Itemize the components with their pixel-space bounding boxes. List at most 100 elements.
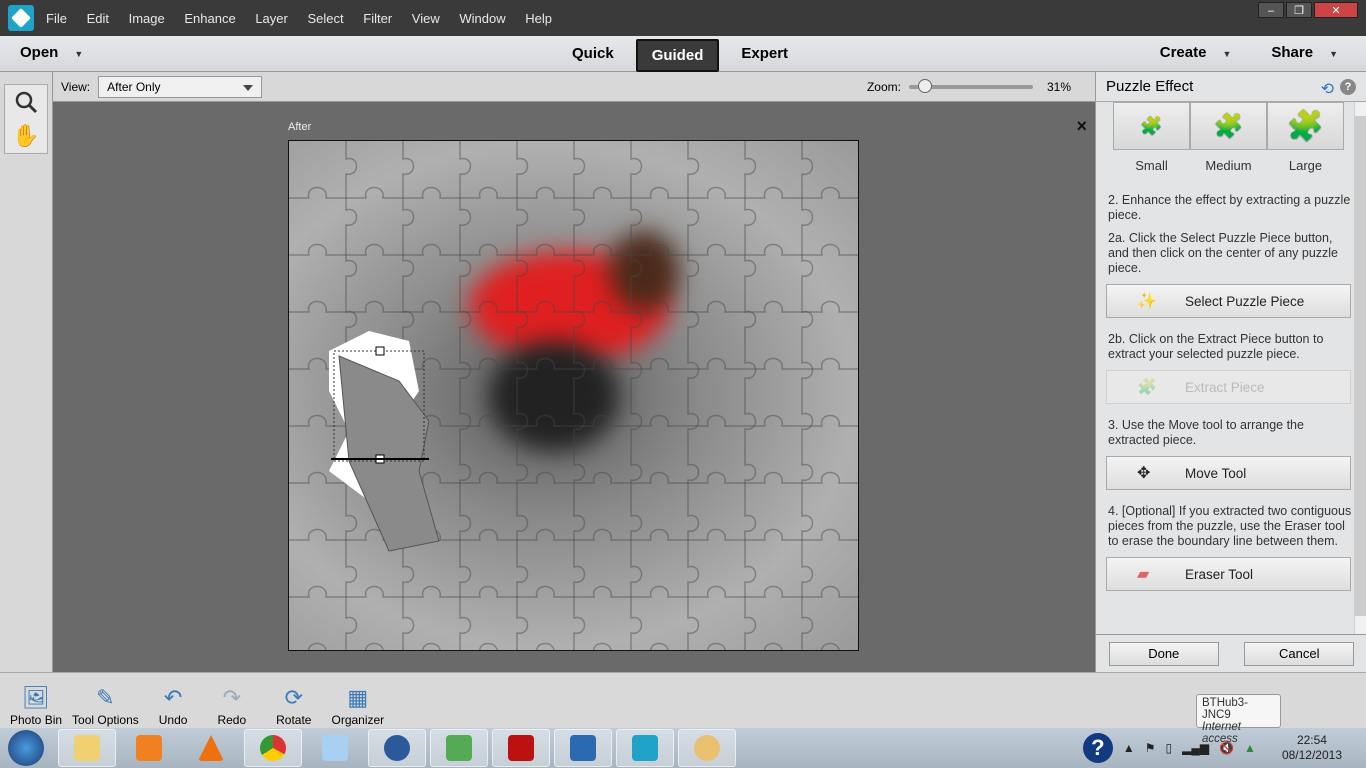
- menu-window[interactable]: Window: [459, 11, 505, 26]
- create-button[interactable]: Create ▼: [1160, 44, 1232, 61]
- size-large-button[interactable]: 🧩: [1267, 102, 1344, 150]
- share-button[interactable]: Share ▼: [1271, 44, 1338, 61]
- size-small-label: Small: [1135, 158, 1168, 173]
- taskbar-explorer[interactable]: [58, 729, 116, 767]
- photo-bin-label: Photo Bin: [10, 713, 63, 727]
- taskbar-notepad[interactable]: [306, 729, 364, 767]
- tab-quick[interactable]: Quick: [558, 39, 628, 72]
- clock[interactable]: 22:54 08/12/2013: [1282, 733, 1342, 763]
- chevron-down-icon: ▼: [74, 49, 84, 59]
- share-label: Share: [1271, 44, 1314, 61]
- battery-icon[interactable]: ▯: [1166, 741, 1173, 755]
- rotate-button[interactable]: ⟳ Rotate: [276, 673, 311, 729]
- redo-button[interactable]: ↷ Redo: [217, 673, 246, 729]
- menu-edit[interactable]: Edit: [87, 11, 109, 26]
- select-puzzle-piece-button[interactable]: ✨ Select Puzzle Piece: [1106, 284, 1351, 318]
- menu-image[interactable]: Image: [129, 11, 165, 26]
- open-button[interactable]: Open ▼: [20, 44, 83, 61]
- menu-file[interactable]: File: [46, 11, 67, 26]
- step-4-text: 4. [Optional] If you extracted two conti…: [1108, 504, 1352, 548]
- magic-wand-icon: ✨: [1137, 293, 1157, 310]
- size-medium-button[interactable]: 🧩: [1190, 102, 1267, 150]
- taskbar-paint[interactable]: [678, 729, 736, 767]
- menu-layer[interactable]: Layer: [255, 11, 288, 26]
- close-button[interactable]: ✕: [1314, 2, 1358, 18]
- size-large-label: Large: [1288, 158, 1323, 173]
- step-2-text: 2. Enhance the effect by extracting a pu…: [1108, 193, 1351, 222]
- taskbar-media-player[interactable]: [120, 729, 178, 767]
- chevron-down-icon: ▼: [1222, 49, 1232, 59]
- help-icon[interactable]: ?: [1082, 733, 1113, 763]
- zoom-slider[interactable]: [908, 79, 1033, 93]
- tab-guided[interactable]: Guided: [635, 39, 720, 72]
- zoom-slider-handle[interactable]: [918, 79, 933, 93]
- step-2b-text: 2b. Click on the Extract Piece button to…: [1108, 332, 1324, 361]
- done-button[interactable]: Done: [1108, 641, 1219, 666]
- puzzle-large-icon: 🧩: [1286, 109, 1325, 143]
- move-tool-icon: ✥: [1137, 465, 1151, 482]
- chevron-down-icon: ▼: [1329, 49, 1338, 59]
- taskbar-writer[interactable]: [554, 729, 612, 767]
- close-view-icon[interactable]: ×: [1076, 116, 1087, 137]
- taskbar-acrobat[interactable]: [492, 729, 550, 767]
- menu-bar: File Edit Image Enhance Layer Select Fil…: [0, 0, 1366, 36]
- network-name: BTHub3-JNC9: [1202, 697, 1249, 721]
- step-2a-text: 2a. Click the Select Puzzle Piece button…: [1108, 231, 1339, 275]
- redo-label: Redo: [217, 713, 247, 727]
- toolbox: ✋: [0, 72, 53, 672]
- size-medium-label: Medium: [1205, 158, 1252, 173]
- eraser-icon: ▰: [1137, 566, 1150, 583]
- cancel-button[interactable]: Cancel: [1244, 641, 1355, 666]
- tool-options-bar: View: After Only Zoom: 31%: [53, 72, 1095, 102]
- network-status: Internet access: [1202, 721, 1241, 745]
- extracted-piece[interactable]: [289, 141, 859, 651]
- panel-scrollbar[interactable]: [1354, 102, 1366, 634]
- menu-help[interactable]: Help: [525, 11, 552, 26]
- photo-bin-button[interactable]: 🖼 Photo Bin: [10, 673, 62, 729]
- eraser-tool-button[interactable]: ▰ Eraser Tool: [1106, 557, 1351, 591]
- taskbar-evernote[interactable]: [430, 729, 488, 767]
- panel-title: Puzzle Effect: [1106, 78, 1194, 95]
- reset-icon[interactable]: ⟲: [1321, 79, 1334, 99]
- tab-expert[interactable]: Expert: [727, 39, 802, 72]
- photo-bin-icon: 🖼: [22, 685, 50, 710]
- action-center-icon[interactable]: ⚑: [1145, 741, 1156, 755]
- show-hidden-icons[interactable]: ▲: [1123, 741, 1135, 755]
- menu-enhance[interactable]: Enhance: [184, 11, 235, 26]
- undo-button[interactable]: ↶ Undo: [159, 673, 188, 729]
- help-icon[interactable]: ?: [1340, 79, 1356, 95]
- organizer-label: Organizer: [331, 713, 385, 727]
- hand-tool-icon[interactable]: ✋: [12, 123, 39, 149]
- taskbar-photoshop-elements[interactable]: [616, 729, 674, 767]
- move-tool-button[interactable]: ✥ Move Tool: [1106, 456, 1351, 490]
- start-button[interactable]: [8, 730, 44, 766]
- network-tooltip: BTHub3-JNC9 Internet access: [1196, 694, 1281, 745]
- menu-filter[interactable]: Filter: [363, 11, 392, 26]
- tool-options-button[interactable]: ✎ Tool Options: [72, 673, 139, 729]
- bottom-toolbar: 🖼 Photo Bin ✎ Tool Options ↶ Undo ↷ Redo ⟳ Ro…: [0, 672, 1366, 728]
- maximize-button[interactable]: ❐: [1286, 2, 1312, 18]
- view-select[interactable]: After Only: [98, 75, 263, 98]
- taskbar: ? ▲ ⚑ ▯ ▂▄▆ 🔇 ▲ 22:54 08/12/2013: [0, 728, 1366, 768]
- create-label: Create: [1159, 44, 1207, 61]
- organizer-button[interactable]: ▦ Organizer: [331, 673, 384, 729]
- rotate-icon: ⟳: [284, 685, 304, 710]
- puzzle-medium-icon: 🧩: [1213, 112, 1244, 140]
- taskbar-vlc[interactable]: [182, 729, 240, 767]
- undo-label: Undo: [158, 713, 188, 727]
- taskbar-chrome[interactable]: [244, 729, 302, 767]
- zoom-label: Zoom:: [866, 80, 901, 94]
- size-small-button[interactable]: 🧩: [1113, 102, 1190, 150]
- select-puzzle-piece-label: Select Puzzle Piece: [1185, 293, 1305, 309]
- zoom-tool-icon[interactable]: [14, 90, 38, 114]
- minimize-button[interactable]: –: [1258, 2, 1284, 18]
- photo-canvas[interactable]: [288, 140, 859, 651]
- after-label: After: [288, 121, 312, 133]
- menu-select[interactable]: Select: [307, 11, 343, 26]
- taskbar-thunderbird[interactable]: [368, 729, 426, 767]
- app-logo-icon[interactable]: [8, 5, 34, 31]
- menu-view[interactable]: View: [412, 11, 440, 26]
- tool-options-label: Tool Options: [72, 713, 139, 727]
- move-tool-label: Move Tool: [1185, 465, 1247, 481]
- puzzle-small-icon: 🧩: [1140, 115, 1163, 136]
